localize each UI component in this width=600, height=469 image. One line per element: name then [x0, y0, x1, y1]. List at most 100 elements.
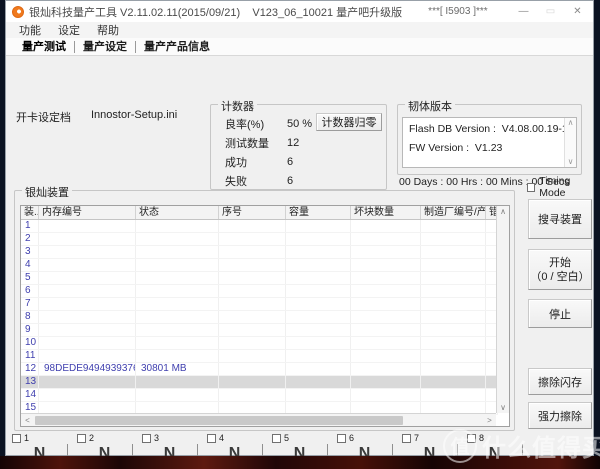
slot-number-label: 1 — [24, 433, 30, 443]
counter-row-label: 良率(%) — [225, 118, 265, 131]
cell-empty — [286, 233, 351, 245]
cell-status — [136, 246, 219, 258]
table-row[interactable]: 6 — [21, 285, 498, 298]
menu-item-function[interactable]: 功能 — [19, 22, 41, 38]
cell-empty — [421, 233, 486, 245]
cell-empty — [351, 220, 421, 232]
cell-device-no: 2 — [21, 233, 39, 245]
cell-empty — [286, 389, 351, 401]
tab-production-test[interactable]: 量产测试 — [14, 40, 75, 53]
table-row[interactable]: 1 — [21, 220, 498, 233]
table-row[interactable]: 14 — [21, 389, 498, 402]
minimize-button[interactable]: — — [510, 1, 537, 22]
table-row[interactable]: 1298DEDE94949393767...30801 MB — [21, 363, 498, 376]
scroll-down-icon[interactable]: ∨ — [500, 402, 506, 413]
firmware-group-title: 韧体版本 — [405, 98, 455, 114]
cell-memory-id — [39, 285, 136, 297]
column-header[interactable]: 容量 — [286, 206, 351, 219]
device-table-vscrollbar[interactable]: ∧ ∨ — [496, 206, 509, 413]
column-header[interactable]: 状态 — [136, 206, 219, 219]
slot-checkbox[interactable] — [272, 433, 281, 443]
table-row[interactable]: 10 — [21, 337, 498, 350]
scroll-up-icon[interactable]: ∧ — [568, 118, 574, 128]
slot-check-row: 4 — [207, 433, 272, 443]
tab-product-info[interactable]: 量产产品信息 — [136, 41, 218, 53]
search-devices-button[interactable]: 搜寻装置 — [528, 199, 592, 239]
cell-empty — [286, 220, 351, 232]
menu-bar: 功能 设定 帮助 — [6, 22, 593, 38]
firmware-version-box: Flash DB Version : V4.08.00.19-1 FW Versi… — [402, 117, 577, 168]
stop-button[interactable]: 停止 — [528, 299, 592, 328]
firmware-scrollbar[interactable]: ∧ ∨ — [564, 118, 576, 167]
slot-number-label: 4 — [219, 433, 225, 443]
firmware-line: Flash DB Version : V4.08.00.19-1 — [409, 123, 568, 135]
close-button[interactable]: ✕ — [564, 1, 591, 22]
erase-flash-button[interactable]: 擦除闪存 — [528, 368, 592, 395]
scroll-right-icon[interactable]: > — [483, 416, 496, 425]
scroll-up-icon[interactable]: ∧ — [500, 206, 506, 217]
table-row[interactable]: 13 — [21, 376, 498, 389]
cell-memory-id — [39, 298, 136, 310]
scroll-down-icon[interactable]: ∨ — [568, 157, 574, 167]
column-header[interactable]: 制造厂编号/产... — [421, 206, 486, 219]
maximize-button[interactable]: ▭ — [537, 1, 564, 22]
cell-status — [136, 298, 219, 310]
table-row[interactable]: 5 — [21, 272, 498, 285]
table-row[interactable]: 4 — [21, 259, 498, 272]
cell-empty — [219, 389, 286, 401]
start-button[interactable]: 开始 （0 / 空白） — [528, 249, 592, 290]
counter-reset-button[interactable]: 计数器归零 — [316, 113, 382, 131]
slot-checkbox[interactable] — [207, 433, 216, 443]
table-row[interactable]: 2 — [21, 233, 498, 246]
scroll-left-icon[interactable]: < — [21, 416, 34, 425]
slot-checkbox[interactable] — [337, 433, 346, 443]
force-erase-button[interactable]: 强力擦除 — [528, 402, 592, 429]
slot-checkbox[interactable] — [467, 433, 476, 443]
slot-checkbox[interactable] — [402, 433, 411, 443]
column-header[interactable]: 序号 — [219, 206, 286, 219]
window-controls: — ▭ ✕ — [510, 1, 591, 22]
slot-number-label: 7 — [414, 433, 420, 443]
cell-memory-id — [39, 389, 136, 401]
tab-production-settings[interactable]: 量产设定 — [75, 40, 136, 53]
cell-memory-id — [39, 311, 136, 323]
cell-memory-id — [39, 246, 136, 258]
cell-empty — [421, 376, 486, 388]
cell-empty — [219, 272, 286, 284]
cell-status — [136, 259, 219, 271]
cell-empty — [421, 272, 486, 284]
cell-empty — [286, 311, 351, 323]
counter-row-label: 测试数量 — [225, 137, 269, 150]
table-row[interactable]: 7 — [21, 298, 498, 311]
cell-device-no: 8 — [21, 311, 39, 323]
counter-row: 成功 6 — [225, 152, 312, 171]
device-table-hscrollbar[interactable]: < > — [21, 413, 496, 426]
column-header[interactable]: 坏块数量 — [351, 206, 421, 219]
column-header[interactable]: 内存编号 — [39, 206, 136, 219]
slot-checkbox[interactable] — [142, 433, 151, 443]
menu-item-help[interactable]: 帮助 — [97, 22, 119, 38]
cell-status — [136, 272, 219, 284]
column-header[interactable]: 装... — [21, 206, 39, 219]
counter-row-value: 6 — [287, 155, 294, 168]
cell-device-no: 12 — [21, 363, 39, 375]
counter-group-title: 计数器 — [218, 98, 257, 114]
slot-checkbox[interactable] — [77, 433, 86, 443]
slot-check-row: 6 — [337, 433, 402, 443]
cell-empty — [286, 337, 351, 349]
timing-mode-checkbox[interactable] — [527, 182, 536, 192]
cell-empty — [421, 246, 486, 258]
cell-memory-id — [39, 220, 136, 232]
timing-mode-label: Timing Mode — [539, 175, 571, 199]
menu-item-settings[interactable]: 设定 — [58, 22, 80, 38]
hscroll-thumb[interactable] — [35, 415, 403, 425]
counter-row-label: 成功 — [225, 156, 247, 169]
table-row[interactable]: 11 — [21, 350, 498, 363]
table-row[interactable]: 9 — [21, 324, 498, 337]
title-bar: 银灿科技量产工具 V2.11.02.11(2015/09/21) V123_06… — [6, 1, 593, 22]
cell-empty — [421, 389, 486, 401]
table-row[interactable]: 3 — [21, 246, 498, 259]
cell-device-no: 10 — [21, 337, 39, 349]
slot-checkbox[interactable] — [12, 433, 21, 443]
table-row[interactable]: 8 — [21, 311, 498, 324]
